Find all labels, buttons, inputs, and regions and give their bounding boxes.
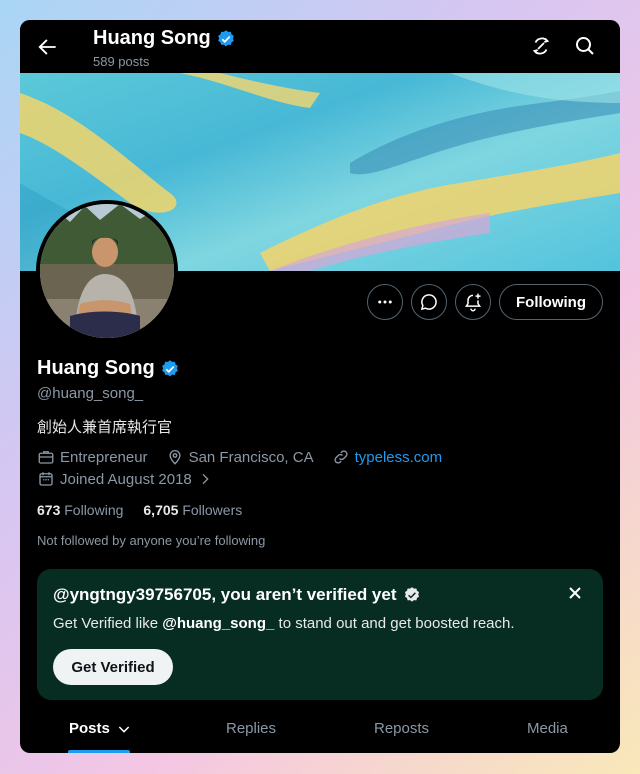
search-icon[interactable] [573,34,597,58]
tab-media-label: Media [527,720,568,737]
more-options-button[interactable] [367,284,403,320]
chevron-down-icon [118,725,130,733]
posts-count: 589 posts [93,54,150,69]
verify-card-text: Get Verified like @huang_song_ to stand … [53,615,515,632]
sync-icon[interactable] [529,34,553,58]
profile-joined-row[interactable]: Joined August 2018 [37,470,213,488]
follow-stats: 673 Following 6,705 Followers [37,502,242,518]
profile-bio: 創始人兼首席執行官 [37,419,173,436]
verified-badge-icon [404,587,419,602]
tab-media[interactable]: Media [527,720,568,737]
verify-text-prefix: Get Verified like [53,615,163,632]
location-icon [169,450,181,465]
profile-avatar[interactable] [36,200,178,342]
followers-count: 6,705 [143,502,179,518]
profile-name-text: Huang Song [37,357,155,379]
verify-text-suffix: to stand out and get boosted reach. [274,615,515,632]
profile-tabs: Posts Replies Reposts Media [20,706,620,753]
following-label: Following [64,502,124,518]
verify-card-title-text: @yngtngy39756705, you aren’t verified ye… [53,585,397,604]
verified-badge-icon[interactable] [160,359,180,379]
tab-replies[interactable]: Replies [226,720,276,737]
more-icon [378,300,392,304]
verify-card-title: @yngtngy39756705, you aren’t verified ye… [53,585,421,605]
profile-website-link[interactable]: typeless.com [355,449,443,466]
back-arrow-icon[interactable] [34,34,60,60]
message-button[interactable] [411,284,447,320]
header-title: Huang Song [93,27,236,50]
tab-replies-label: Replies [226,720,277,737]
profile-window: Huang Song 589 posts Following Huang Son… [20,20,620,753]
active-tab-indicator [68,750,130,753]
verify-text-handle: @huang_song_ [162,615,275,632]
verified-badge-icon [216,29,236,49]
profile-handle: @huang_song_ [37,385,144,402]
calendar-icon [39,472,53,486]
close-icon[interactable] [567,585,583,601]
get-verified-button[interactable]: Get Verified [53,649,173,685]
profile-category: Entrepreneur [60,448,148,466]
profile-joined: Joined August 2018 [60,470,192,488]
header-title-text: Huang Song [93,27,211,49]
notifications-button[interactable] [455,284,491,320]
briefcase-icon [38,451,54,464]
tab-reposts[interactable]: Reposts [374,720,429,737]
not-followed-note: Not followed by anyone you’re following [37,533,266,548]
profile-location: San Francisco, CA [188,448,314,466]
followers-stat[interactable]: 6,705 Followers [143,502,242,518]
tab-posts-label: Posts [69,720,110,737]
following-button[interactable]: Following [499,284,603,320]
followers-label: Followers [182,502,243,518]
tab-posts[interactable]: Posts [69,720,132,737]
top-bar: Huang Song 589 posts [20,20,620,73]
profile-name: Huang Song [37,357,180,380]
message-icon [420,294,437,311]
chevron-right-icon [202,473,209,485]
verify-card: @yngtngy39756705, you aren’t verified ye… [37,569,603,700]
tab-reposts-label: Reposts [374,720,430,737]
link-icon [334,450,348,464]
bell-plus-icon [464,293,482,312]
profile-meta-row: Entrepreneur San Francisco, CA typeless.… [37,448,442,466]
following-stat[interactable]: 673 Following [37,502,123,518]
following-count: 673 [37,502,61,518]
